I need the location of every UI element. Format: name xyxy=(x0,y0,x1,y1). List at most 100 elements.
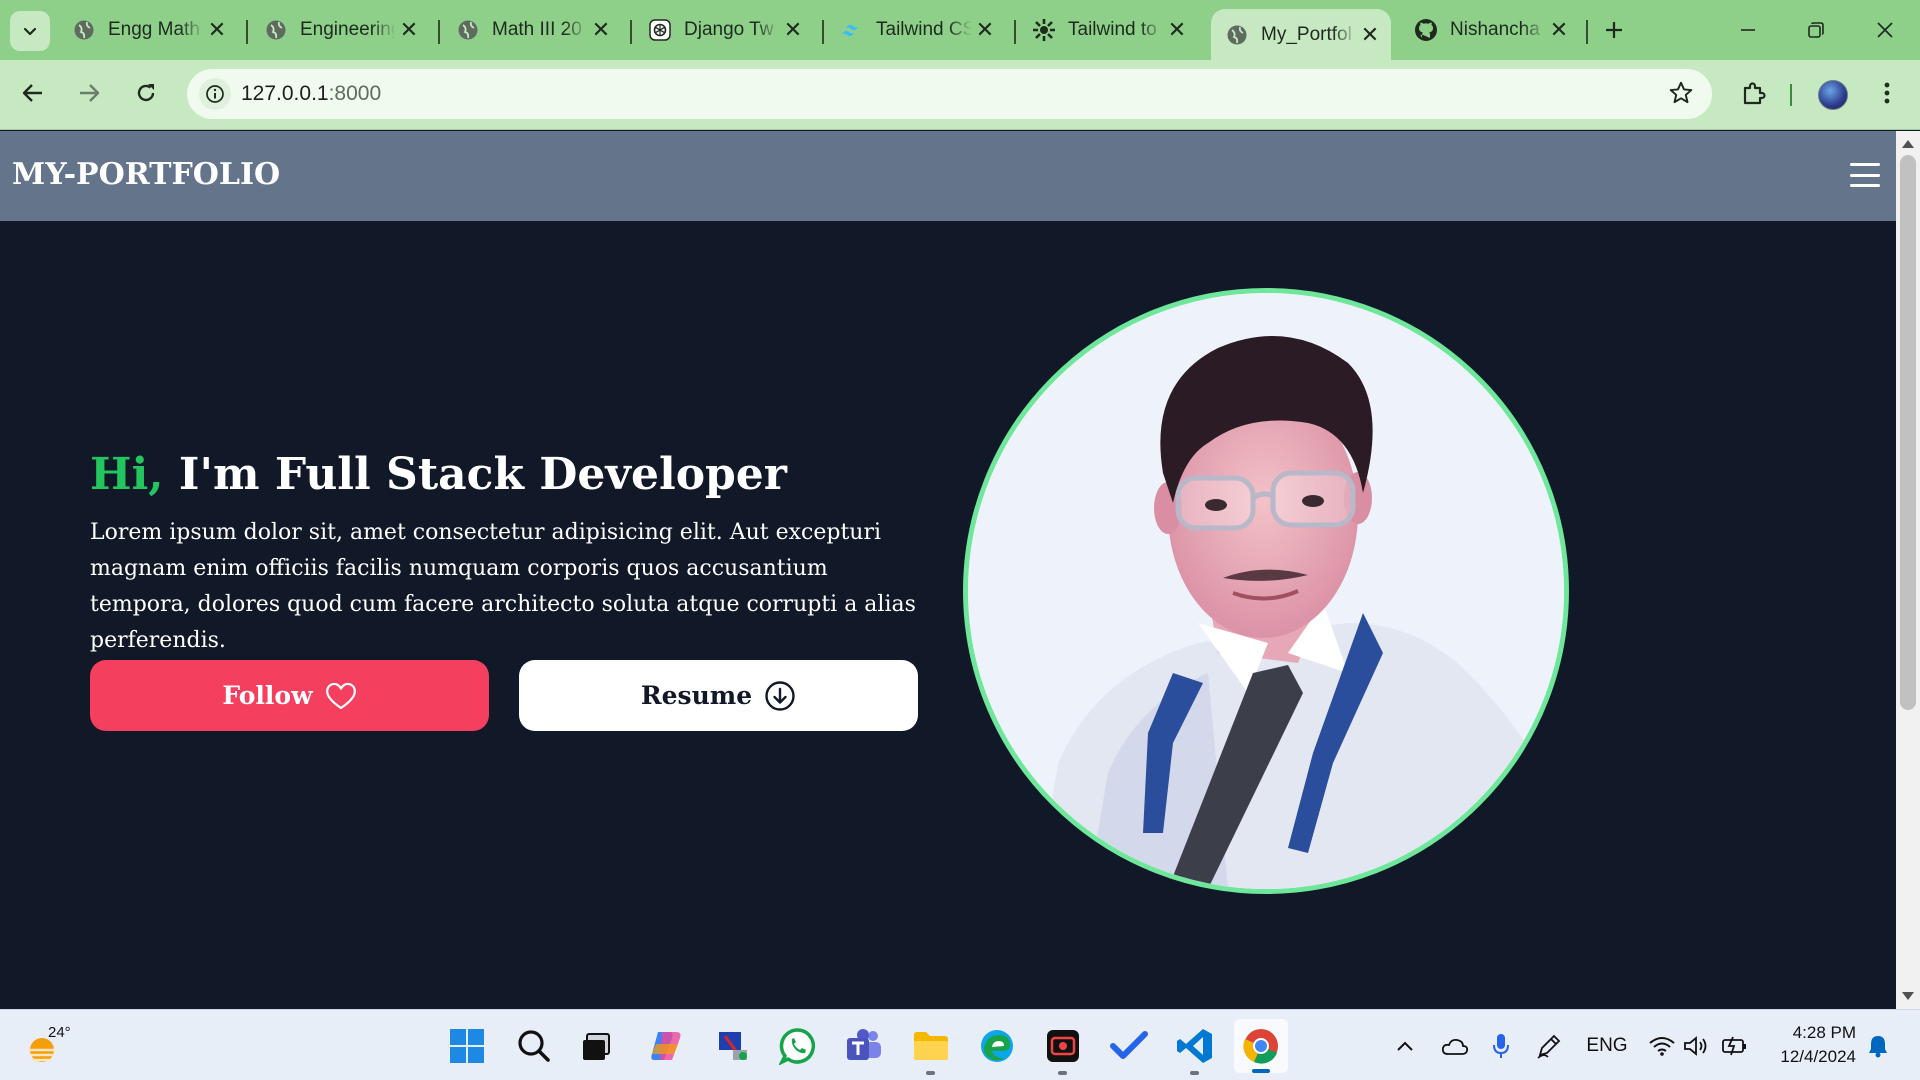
resume-button[interactable]: Resume xyxy=(519,660,918,731)
follow-label: Follow xyxy=(222,681,313,710)
close-icon[interactable]: ✕ xyxy=(396,17,422,43)
reload-button[interactable] xyxy=(124,71,168,115)
copilot-button[interactable] xyxy=(645,1025,687,1067)
info-icon xyxy=(206,85,224,103)
profile-photo-illustration xyxy=(968,293,1564,889)
openai-icon xyxy=(648,18,672,42)
back-button[interactable] xyxy=(11,71,55,115)
restore-button[interactable] xyxy=(1786,8,1846,52)
edge-button[interactable] xyxy=(976,1025,1018,1067)
profile-avatar[interactable] xyxy=(1818,80,1848,110)
windows-logo-icon xyxy=(450,1029,484,1063)
close-icon xyxy=(1877,22,1893,38)
pen-icon xyxy=(1537,1034,1561,1059)
chrome-menu-button[interactable] xyxy=(1867,73,1907,113)
clock[interactable]: 4:28 PM 12/4/2024 xyxy=(1760,1021,1856,1069)
wifi-icon xyxy=(1649,1037,1675,1056)
chevron-up-icon xyxy=(1397,1041,1413,1051)
tab-separator xyxy=(630,20,632,44)
toolbar-divider xyxy=(1790,84,1792,106)
tab-title: My_Portfol xyxy=(1261,23,1352,45)
volume-status[interactable] xyxy=(1682,1030,1710,1062)
close-icon[interactable]: ✕ xyxy=(1164,17,1190,43)
battery-charging-icon xyxy=(1722,1036,1746,1056)
kebab-menu-icon xyxy=(1884,82,1890,104)
speaker-icon xyxy=(1684,1036,1707,1056)
arrow-left-icon xyxy=(22,84,42,102)
scrollbar-thumb[interactable] xyxy=(1900,155,1916,710)
arrow-right-icon xyxy=(80,84,100,102)
close-window-button[interactable] xyxy=(1855,8,1915,52)
minimize-icon xyxy=(1741,29,1755,31)
task-view-button[interactable] xyxy=(576,1025,618,1067)
whatsapp-icon xyxy=(779,1028,816,1065)
tab-github[interactable]: Nishancha ✕ xyxy=(1400,9,1580,51)
search-icon xyxy=(518,1030,550,1062)
address-bar[interactable]: 127.0.0.1:8000 xyxy=(187,69,1712,119)
hero-paragraph: Lorem ipsum dolor sit, amet consectetur … xyxy=(90,520,916,653)
chrome-icon xyxy=(1243,1029,1278,1064)
forward-button[interactable] xyxy=(67,71,111,115)
whatsapp-button[interactable] xyxy=(777,1025,819,1067)
app-sim-button[interactable] xyxy=(712,1025,754,1067)
close-icon[interactable]: ✕ xyxy=(588,17,614,43)
close-icon[interactable]: ✕ xyxy=(204,17,230,43)
hero-greeting: Hi, xyxy=(90,449,164,500)
file-explorer-button[interactable] xyxy=(910,1025,952,1075)
tab-title: Engineering xyxy=(300,19,396,40)
close-icon[interactable]: ✕ xyxy=(780,17,806,43)
globe-icon xyxy=(72,18,96,42)
microphone-button[interactable] xyxy=(1486,1030,1516,1062)
start-button[interactable] xyxy=(446,1025,488,1067)
wifi-status[interactable] xyxy=(1648,1030,1676,1062)
tab-engineering[interactable]: Engineering ✕ xyxy=(250,9,430,51)
scroll-up-arrow-icon[interactable] xyxy=(1902,140,1914,148)
tab-django[interactable]: Django Tw ✕ xyxy=(634,9,814,51)
star-icon xyxy=(1669,81,1693,104)
edge-icon xyxy=(981,1030,1013,1062)
vscode-button[interactable] xyxy=(1174,1025,1216,1075)
minimize-button[interactable] xyxy=(1718,8,1778,52)
url-text[interactable]: 127.0.0.1:8000 xyxy=(241,82,381,106)
tab-search-button[interactable] xyxy=(10,11,50,51)
notifications-button[interactable] xyxy=(1864,1030,1892,1062)
battery-status[interactable] xyxy=(1720,1030,1750,1062)
recorder-app-button[interactable] xyxy=(1042,1025,1084,1075)
hero-heading: Hi, I'm Full Stack Developer xyxy=(90,449,787,500)
tab-engg-math[interactable]: Engg Math ✕ xyxy=(58,9,238,51)
site-brand[interactable]: MY-PORTFOLIO xyxy=(12,157,280,192)
browser-toolbar: 127.0.0.1:8000 xyxy=(0,60,1920,130)
search-button[interactable] xyxy=(513,1025,555,1067)
url-host: 127.0.0.1 xyxy=(241,82,329,105)
screen-recorder-icon xyxy=(1047,1030,1079,1062)
site-info-button[interactable] xyxy=(199,78,231,110)
close-icon[interactable]: ✕ xyxy=(1357,22,1383,48)
tab-title: Tailwind CS xyxy=(876,19,972,40)
weather-widget[interactable]: 24° xyxy=(26,1024,71,1068)
show-hidden-icons-button[interactable] xyxy=(1390,1030,1420,1062)
tab-my-portfolio[interactable]: My_Portfol ✕ xyxy=(1211,9,1391,60)
page-scrollbar[interactable] xyxy=(1896,131,1920,1009)
tab-tailwind-css[interactable]: Tailwind CS ✕ xyxy=(826,9,1006,51)
tab-tailwind-to[interactable]: Tailwind to ✕ xyxy=(1018,9,1198,51)
chrome-button[interactable] xyxy=(1234,1019,1288,1073)
onedrive-button[interactable] xyxy=(1438,1030,1472,1062)
copilot-icon xyxy=(651,1032,681,1060)
hamburger-menu-icon[interactable] xyxy=(1850,163,1880,187)
running-indicator xyxy=(1190,1071,1199,1075)
new-tab-button[interactable] xyxy=(1597,13,1631,47)
close-icon[interactable]: ✕ xyxy=(1546,17,1572,43)
language-indicator[interactable]: ENG xyxy=(1582,1030,1632,1062)
extensions-button[interactable] xyxy=(1734,73,1774,113)
scroll-down-arrow-icon[interactable] xyxy=(1902,992,1914,1000)
tab-math-iii[interactable]: Math III 20 ✕ xyxy=(442,9,622,51)
running-indicator xyxy=(1252,1069,1270,1073)
tab-separator xyxy=(246,20,248,44)
follow-button[interactable]: Follow xyxy=(90,660,489,731)
close-icon[interactable]: ✕ xyxy=(972,17,998,43)
task-view-icon xyxy=(583,1033,610,1060)
pen-menu-button[interactable] xyxy=(1534,1030,1564,1062)
bookmark-star-button[interactable] xyxy=(1668,80,1694,111)
teams-button[interactable] xyxy=(843,1025,885,1067)
todo-button[interactable] xyxy=(1108,1025,1150,1067)
